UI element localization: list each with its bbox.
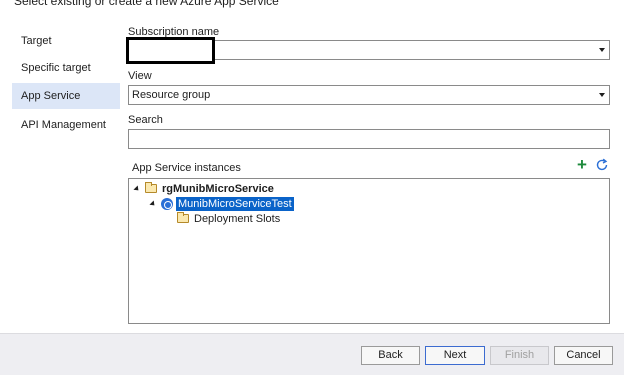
redaction-box — [126, 37, 215, 64]
search-label: Search — [128, 114, 163, 126]
dialog-title: Select existing or create a new Azure Ap… — [14, 0, 279, 8]
app-service-label: MunibMicroServiceTest — [176, 196, 294, 211]
finish-button[interactable]: Finish — [490, 346, 549, 365]
deployment-slots-label: Deployment Slots — [194, 212, 281, 225]
expand-icon[interactable] — [133, 184, 141, 193]
nav-item-app-service[interactable]: App Service — [12, 83, 120, 109]
chevron-down-icon — [599, 93, 605, 97]
folder-icon — [177, 212, 189, 223]
nav-item-target[interactable]: Target — [12, 28, 120, 54]
view-value: Resource group — [132, 89, 211, 101]
chevron-down-icon — [599, 48, 605, 52]
instances-label: App Service instances — [132, 162, 241, 174]
app-service-icon — [161, 197, 173, 210]
refresh-icon[interactable] — [595, 158, 609, 172]
add-icon[interactable]: + — [575, 156, 589, 173]
folder-icon — [145, 182, 157, 193]
view-dropdown[interactable]: Resource group — [128, 85, 610, 105]
nav-item-api-management[interactable]: API Management — [12, 112, 120, 138]
view-label: View — [128, 70, 152, 82]
back-button[interactable]: Back — [361, 346, 420, 365]
nav-item-specific-target[interactable]: Specific target — [12, 55, 120, 81]
instances-tree[interactable]: rgMunibMicroService MunibMicroServiceTes… — [128, 178, 610, 324]
expand-icon[interactable] — [149, 199, 157, 208]
tree-node-app-service[interactable]: MunibMicroServiceTest — [149, 196, 294, 211]
search-input[interactable] — [128, 129, 610, 149]
resource-group-label: rgMunibMicroService — [162, 182, 274, 195]
cancel-button[interactable]: Cancel — [554, 346, 613, 365]
next-button[interactable]: Next — [425, 346, 485, 365]
tree-node-deployment-slots[interactable]: Deployment Slots — [177, 211, 280, 226]
tree-node-resource-group[interactable]: rgMunibMicroService — [133, 181, 274, 196]
